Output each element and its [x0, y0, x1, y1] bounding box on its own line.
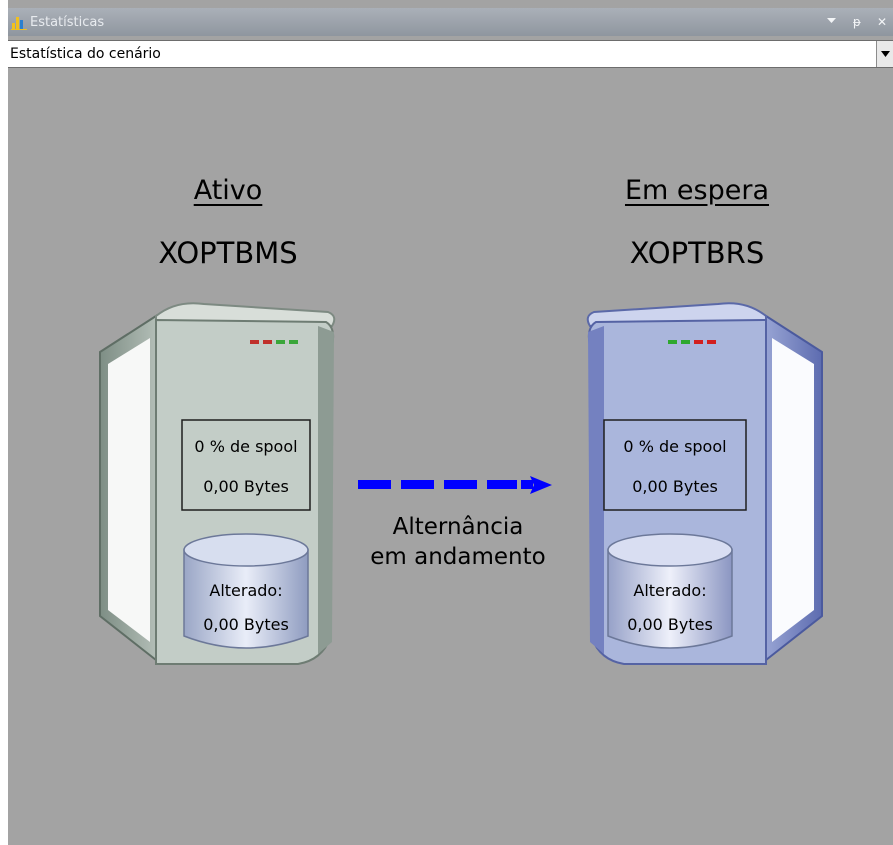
active-host-name: XOPTBMS	[158, 236, 298, 270]
close-icon[interactable]: ✕	[877, 15, 887, 29]
scenario-select-value: Estatística do cenário	[10, 46, 161, 62]
transfer-arrow-icon	[358, 476, 552, 494]
standby-host-name: XOPTBRS	[629, 236, 765, 270]
transfer-status-line2: em andamento	[370, 544, 546, 570]
active-spool-size: 0,00 Bytes	[203, 477, 289, 496]
panel-titlebar: Estatísticas ᵽ ✕	[8, 8, 893, 36]
standby-spool-percent: 0 % de spool	[623, 437, 727, 456]
active-spool-box	[181, 419, 311, 511]
scenario-canvas: Ativo XOPTBMS Em espera XOPTBRS 0 % de s…	[8, 69, 893, 845]
standby-role-label: Em espera	[624, 175, 770, 206]
active-role-label: Ativo	[193, 175, 263, 206]
statistics-icon	[11, 17, 27, 30]
active-changed-size: 0,00 Bytes	[203, 615, 289, 634]
standby-changed-label: Alterado:	[633, 581, 707, 600]
pin-icon[interactable]: ᵽ	[853, 15, 861, 29]
scenario-select[interactable]: Estatística do cenário	[8, 40, 893, 68]
standby-spool-size: 0,00 Bytes	[632, 477, 718, 496]
transfer-status-line1: Alternância	[392, 514, 524, 540]
chevron-down-icon[interactable]	[876, 41, 893, 67]
dropdown-menu-icon[interactable]	[826, 15, 837, 29]
left-gutter	[0, 0, 8, 845]
active-changed-label: Alterado:	[209, 581, 283, 600]
panel-title: Estatísticas	[30, 14, 105, 30]
transfer-arrow-dashes	[358, 476, 552, 494]
active-spool-percent: 0 % de spool	[194, 437, 298, 456]
standby-changed-size: 0,00 Bytes	[627, 615, 713, 634]
standby-spool-box	[603, 419, 747, 511]
